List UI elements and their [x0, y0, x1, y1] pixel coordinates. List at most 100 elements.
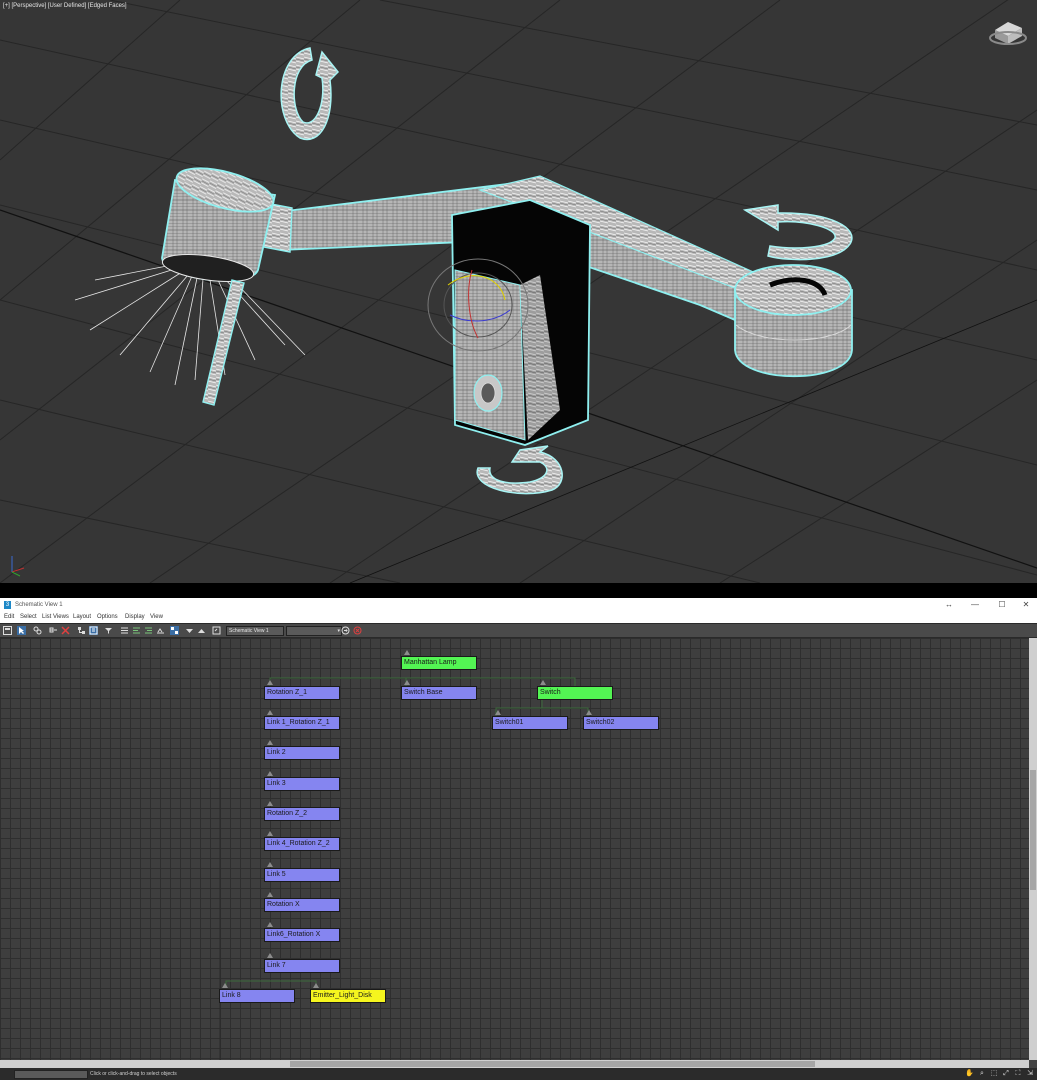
schematic-node-rotation-x[interactable]: Rotation X	[264, 898, 340, 912]
schematic-node-link-2[interactable]: Link 2	[264, 746, 340, 760]
schematic-node-link-4-rotation-z-2[interactable]: Link 4_Rotation Z_2	[264, 837, 340, 851]
vertical-scrollbar-thumb[interactable]	[1030, 770, 1036, 890]
viewport-point-of-view[interactable]: [Perspective]	[12, 3, 47, 9]
schematic-node-switch[interactable]: Switch	[537, 686, 613, 700]
lamp-head[interactable]	[161, 160, 278, 287]
align-icon[interactable]	[132, 626, 141, 635]
schematic-node-switch01[interactable]: Switch01	[492, 716, 568, 730]
schematic-node-link-1-rotation-z-1[interactable]: Link 1_Rotation Z_1	[264, 716, 340, 730]
close-button[interactable]: ✕	[1019, 600, 1033, 610]
vertical-scrollbar[interactable]	[1029, 638, 1037, 1060]
schematic-node-link-7[interactable]: Link 7	[264, 959, 340, 973]
node-expand-triangle-icon[interactable]	[267, 740, 273, 745]
menu-list-views[interactable]: List Views	[42, 614, 69, 620]
rotate-z-arrow-top[interactable]	[280, 47, 340, 141]
zoom-region-icon[interactable]: ⬚	[990, 1070, 998, 1078]
schematic-node-rotation-z-2[interactable]: Rotation Z_2	[264, 807, 340, 821]
schematic-node-link-8[interactable]: Link 8	[219, 989, 295, 1003]
node-expand-triangle-icon[interactable]	[313, 983, 319, 988]
delete-bookmark-icon[interactable]	[353, 626, 362, 635]
schematic-toolbar: Schematic View 1 ▾	[0, 623, 1037, 638]
filter-icon[interactable]	[104, 626, 113, 635]
status-message: Click or click-and-drag to select object…	[90, 1071, 177, 1077]
auto-arrange-icon[interactable]	[170, 626, 179, 635]
node-expand-triangle-icon[interactable]	[222, 983, 228, 988]
zoom-extents-icon[interactable]: ⤢	[1002, 1070, 1010, 1078]
schematic-node-link-3[interactable]: Link 3	[264, 777, 340, 791]
viewcube-icon[interactable]	[989, 22, 1027, 45]
schematic-node-switch02[interactable]: Switch02	[583, 716, 659, 730]
bookmark-search-dropdown[interactable]: ▾	[286, 626, 342, 636]
delete-icon[interactable]	[61, 626, 70, 635]
node-expand-triangle-icon[interactable]	[495, 710, 501, 715]
select-icon[interactable]	[17, 626, 26, 635]
expand-icon[interactable]	[197, 626, 206, 635]
node-expand-triangle-icon[interactable]	[540, 680, 546, 685]
scene-canvas[interactable]	[0, 0, 1037, 583]
node-expand-triangle-icon[interactable]	[267, 710, 273, 715]
references-mode-icon[interactable]	[89, 626, 98, 635]
pan-to-selected-icon[interactable]: ⇲	[1026, 1070, 1034, 1078]
lamp-base-post[interactable]	[451, 199, 591, 446]
collapse-icon[interactable]	[185, 626, 194, 635]
viewport-shading-mode[interactable]: [User Defined]	[48, 3, 86, 9]
schematic-node-link-5[interactable]: Link 5	[264, 868, 340, 882]
chevron-down-icon: ▾	[337, 628, 340, 634]
hierarchy-mode-icon[interactable]	[77, 626, 86, 635]
zoom-to-bookmark-icon[interactable]	[341, 626, 350, 635]
display-floater-icon[interactable]	[3, 626, 12, 635]
viewport-label: [+] [Perspective] [User Defined] [Edged …	[3, 3, 127, 9]
horizontal-scrollbar[interactable]	[0, 1060, 1029, 1068]
node-expand-triangle-icon[interactable]	[404, 650, 410, 655]
node-expand-triangle-icon[interactable]	[267, 680, 273, 685]
schematic-node-switch-base[interactable]: Switch Base	[401, 686, 477, 700]
menu-edit[interactable]: Edit	[4, 614, 14, 620]
pan-icon[interactable]: ✋	[965, 1070, 974, 1078]
menu-view[interactable]: View	[150, 614, 163, 620]
graph-connections	[219, 638, 589, 1060]
menu-bar: Edit Select List Views Layout Options Di…	[0, 612, 1037, 623]
lamp-rod[interactable]	[202, 279, 245, 406]
schematic-node-emitter-light-disk[interactable]: Emitter_Light_Disk	[310, 989, 386, 1003]
viewport-edged-faces[interactable]: [Edged Faces]	[88, 3, 127, 9]
menu-layout[interactable]: Layout	[73, 614, 91, 620]
perspective-viewport[interactable]: [+] [Perspective] [User Defined] [Edged …	[0, 0, 1037, 583]
node-expand-triangle-icon[interactable]	[267, 771, 273, 776]
node-expand-triangle-icon[interactable]	[267, 862, 273, 867]
arrange-children-icon[interactable]	[144, 626, 153, 635]
restore-icon[interactable]: ↔	[942, 600, 956, 610]
light-rays	[74, 264, 306, 386]
schematic-node-link6-rotation-x[interactable]: Link6_Rotation X	[264, 928, 340, 942]
node-expand-triangle-icon[interactable]	[267, 953, 273, 958]
view-name-field[interactable]: Schematic View 1	[226, 626, 284, 636]
rotate-z-arrow-right[interactable]	[742, 204, 853, 261]
bookmark-icon[interactable]	[212, 626, 221, 635]
connect-icon[interactable]	[33, 626, 42, 635]
schematic-node-rotation-z-1[interactable]: Rotation Z_1	[264, 686, 340, 700]
node-expand-triangle-icon[interactable]	[267, 892, 273, 897]
status-input-field[interactable]	[14, 1070, 88, 1079]
menu-options[interactable]: Options	[97, 614, 118, 620]
horizontal-scrollbar-thumb[interactable]	[290, 1061, 815, 1067]
node-expand-triangle-icon[interactable]	[586, 710, 592, 715]
node-expand-triangle-icon[interactable]	[267, 801, 273, 806]
menu-select[interactable]: Select	[20, 614, 37, 620]
rotate-z-arrow-bottom[interactable]	[476, 445, 563, 495]
schematic-graph-canvas[interactable]: Manhattan Lamp Rotation Z_1 Switch Base Swi…	[0, 638, 1029, 1060]
window-title: Schematic View 1	[15, 602, 63, 608]
zoom-icon[interactable]: ⌕	[978, 1070, 986, 1078]
maximize-button[interactable]: ☐	[995, 600, 1009, 610]
menu-display[interactable]: Display	[125, 614, 145, 620]
minimize-button[interactable]: —	[968, 600, 982, 610]
lamp-joint-cylinder[interactable]	[734, 264, 853, 378]
list-views-icon[interactable]	[120, 626, 129, 635]
arrange-selected-icon[interactable]	[156, 626, 165, 635]
node-expand-triangle-icon[interactable]	[267, 922, 273, 927]
node-expand-triangle-icon[interactable]	[404, 680, 410, 685]
schematic-node-manhattan-lamp[interactable]: Manhattan Lamp	[401, 656, 477, 670]
unlink-icon[interactable]	[49, 626, 58, 635]
viewport-menu-plus[interactable]: [+]	[3, 3, 10, 9]
status-bar: Click or click-and-drag to select object…	[0, 1068, 1037, 1080]
node-expand-triangle-icon[interactable]	[267, 831, 273, 836]
zoom-extents-selected-icon[interactable]: ⛶	[1014, 1070, 1022, 1078]
